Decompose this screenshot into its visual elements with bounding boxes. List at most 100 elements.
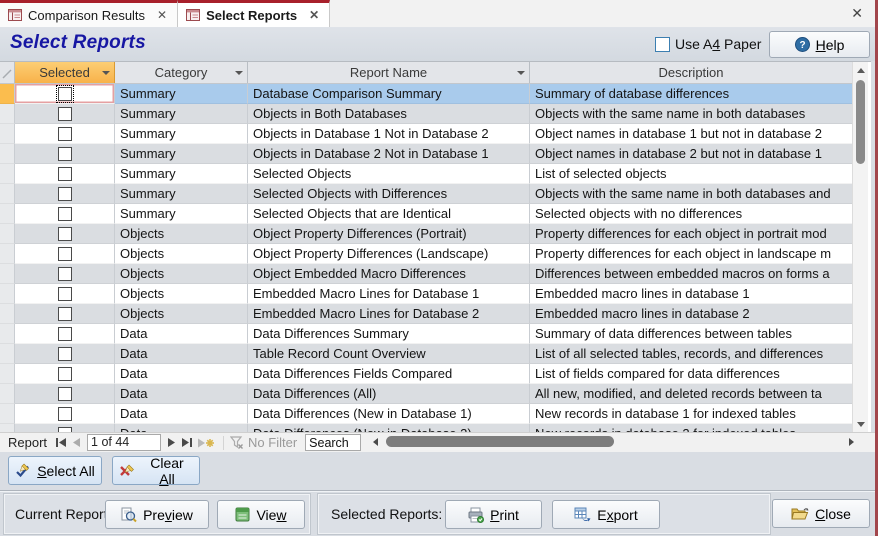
table-row[interactable]: Objects Embedded Macro Lines for Databas… xyxy=(0,284,852,304)
selected-cell[interactable] xyxy=(15,144,115,164)
row-checkbox[interactable] xyxy=(58,87,72,101)
table-row[interactable]: Objects Object Property Differences (Por… xyxy=(0,224,852,244)
selected-cell[interactable] xyxy=(15,264,115,284)
table-row[interactable]: Data Data Differences (All) All new, mod… xyxy=(0,384,852,404)
description-cell[interactable]: Selected objects with no differences xyxy=(530,204,852,224)
table-row[interactable]: Objects Object Embedded Macro Difference… xyxy=(0,264,852,284)
table-row[interactable]: Objects Embedded Macro Lines for Databas… xyxy=(0,304,852,324)
scroll-right-icon[interactable] xyxy=(844,438,858,446)
row-checkbox[interactable] xyxy=(58,407,72,421)
row-checkbox[interactable] xyxy=(58,307,72,321)
row-checkbox[interactable] xyxy=(58,127,72,141)
scroll-left-icon[interactable] xyxy=(368,438,382,446)
row-checkbox[interactable] xyxy=(58,327,72,341)
report-name-cell[interactable]: Object Property Differences (Landscape) xyxy=(248,244,530,264)
description-cell[interactable]: New records in database 2 for indexed ta… xyxy=(530,424,852,432)
description-cell[interactable]: List of selected objects xyxy=(530,164,852,184)
row-selector[interactable] xyxy=(0,84,15,104)
selected-cell[interactable] xyxy=(15,224,115,244)
selected-cell[interactable] xyxy=(15,184,115,204)
report-name-cell[interactable]: Embedded Macro Lines for Database 1 xyxy=(248,284,530,304)
record-position-box[interactable]: 1 of 44 xyxy=(87,434,161,451)
print-button[interactable]: Print xyxy=(445,500,542,529)
category-cell[interactable]: Objects xyxy=(115,284,248,304)
tab-close-icon[interactable]: ✕ xyxy=(307,8,321,22)
report-name-cell[interactable]: Selected Objects xyxy=(248,164,530,184)
table-row[interactable]: Summary Selected Objects List of selecte… xyxy=(0,164,852,184)
table-row[interactable]: Summary Database Comparison Summary Summ… xyxy=(0,84,852,104)
row-selector[interactable] xyxy=(0,104,15,124)
search-input[interactable] xyxy=(305,434,361,451)
table-row[interactable]: Summary Objects in Database 1 Not in Dat… xyxy=(0,124,852,144)
category-cell[interactable]: Summary xyxy=(115,164,248,184)
horizontal-scrollbar[interactable] xyxy=(368,434,858,450)
category-cell[interactable]: Summary xyxy=(115,144,248,164)
row-selector[interactable] xyxy=(0,284,15,304)
first-record-button[interactable] xyxy=(56,438,66,447)
export-button[interactable]: Export xyxy=(552,500,660,529)
table-row[interactable]: Summary Objects in Database 2 Not in Dat… xyxy=(0,144,852,164)
description-cell[interactable]: Property differences for each object in … xyxy=(530,244,852,264)
table-row[interactable]: Data Data Differences (New in Database 1… xyxy=(0,404,852,424)
row-selector[interactable] xyxy=(0,184,15,204)
table-row[interactable]: Data Data Differences Fields Compared Li… xyxy=(0,364,852,384)
category-cell[interactable]: Summary xyxy=(115,124,248,144)
report-name-cell[interactable]: Objects in Both Databases xyxy=(248,104,530,124)
row-selector[interactable] xyxy=(0,164,15,184)
report-name-cell[interactable]: Data Differences (New in Database 2) xyxy=(248,424,530,432)
description-cell[interactable]: Summary of data differences between tabl… xyxy=(530,324,852,344)
table-row[interactable]: Summary Selected Objects with Difference… xyxy=(0,184,852,204)
table-row[interactable]: Data Data Differences Summary Summary of… xyxy=(0,324,852,344)
last-record-button[interactable] xyxy=(182,438,192,447)
chevron-down-icon[interactable] xyxy=(235,71,243,75)
preview-button[interactable]: Preview xyxy=(105,500,209,529)
report-name-cell[interactable]: Selected Objects that are Identical xyxy=(248,204,530,224)
report-name-cell[interactable]: Selected Objects with Differences xyxy=(248,184,530,204)
selected-cell[interactable] xyxy=(15,284,115,304)
row-checkbox[interactable] xyxy=(58,387,72,401)
view-button[interactable]: View xyxy=(217,500,305,529)
table-row[interactable]: Data Table Record Count Overview List of… xyxy=(0,344,852,364)
report-name-cell[interactable]: Data Differences (New in Database 1) xyxy=(248,404,530,424)
category-cell[interactable]: Objects xyxy=(115,304,248,324)
help-button[interactable]: ? Help xyxy=(769,31,870,58)
selected-cell[interactable] xyxy=(15,424,115,432)
row-selector[interactable] xyxy=(0,264,15,284)
description-cell[interactable]: Summary of database differences xyxy=(530,84,852,104)
description-cell[interactable]: Object names in database 2 but not in da… xyxy=(530,144,852,164)
selected-cell[interactable] xyxy=(15,404,115,424)
selected-cell[interactable] xyxy=(15,104,115,124)
row-checkbox[interactable] xyxy=(58,147,72,161)
use-a4-paper-option[interactable]: Use A4 Paper xyxy=(655,36,761,52)
row-selector[interactable] xyxy=(0,124,15,144)
selected-cell[interactable] xyxy=(15,124,115,144)
row-selector[interactable] xyxy=(0,424,15,432)
selected-cell[interactable] xyxy=(15,304,115,324)
row-selector[interactable] xyxy=(0,204,15,224)
row-selector[interactable] xyxy=(0,304,15,324)
row-checkbox[interactable] xyxy=(58,347,72,361)
selected-cell[interactable] xyxy=(15,164,115,184)
description-cell[interactable]: Object names in database 1 but not in da… xyxy=(530,124,852,144)
category-cell[interactable]: Objects xyxy=(115,224,248,244)
description-cell[interactable]: Embedded macro lines in database 2 xyxy=(530,304,852,324)
chevron-down-icon[interactable] xyxy=(102,71,110,75)
tab-comparison-results[interactable]: Comparison Results ✕ xyxy=(0,0,178,27)
report-name-cell[interactable]: Data Differences Summary xyxy=(248,324,530,344)
horizontal-scroll-thumb[interactable] xyxy=(386,436,614,447)
scroll-down-icon[interactable] xyxy=(853,417,869,432)
category-cell[interactable]: Data xyxy=(115,384,248,404)
column-header-selected[interactable]: Selected xyxy=(15,62,115,83)
selected-cell[interactable] xyxy=(15,84,115,104)
scroll-up-icon[interactable] xyxy=(853,63,869,78)
row-selector[interactable] xyxy=(0,364,15,384)
window-close-icon[interactable]: ✕ xyxy=(851,6,863,20)
category-cell[interactable]: Summary xyxy=(115,204,248,224)
report-name-cell[interactable]: Database Comparison Summary xyxy=(248,84,530,104)
table-row[interactable]: Data Data Differences (New in Database 2… xyxy=(0,424,852,432)
category-cell[interactable]: Data xyxy=(115,364,248,384)
row-checkbox[interactable] xyxy=(58,367,72,381)
description-cell[interactable]: List of all selected tables, records, an… xyxy=(530,344,852,364)
new-record-button[interactable] xyxy=(198,438,214,448)
next-record-button[interactable] xyxy=(168,438,176,447)
